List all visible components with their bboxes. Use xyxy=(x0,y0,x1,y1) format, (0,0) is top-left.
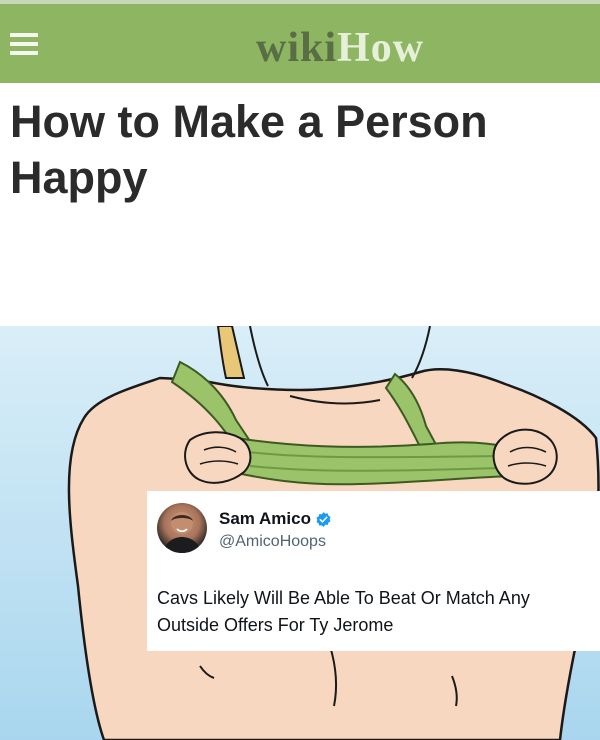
site-header: wikiHow xyxy=(0,0,600,83)
hamburger-menu-icon[interactable] xyxy=(8,30,40,58)
author-name-text: Sam Amico xyxy=(219,509,311,528)
tweet-card[interactable]: Sam Amico @AmicoHoops Cavs Likely Will B… xyxy=(147,491,600,651)
tweet-author-name[interactable]: Sam Amico xyxy=(219,509,332,529)
verified-badge-icon xyxy=(315,511,332,528)
wikihow-logo[interactable]: wikiHow xyxy=(256,18,424,78)
tweet-text: Cavs Likely Will Be Able To Beat Or Matc… xyxy=(157,588,530,635)
logo-wiki-text: wiki xyxy=(256,25,338,71)
author-avatar[interactable] xyxy=(157,503,207,553)
tweet-author-handle[interactable]: @AmicoHoops xyxy=(219,533,326,551)
logo-how-text: How xyxy=(337,25,425,71)
article-title: How to Make a Person Happy xyxy=(10,96,488,203)
